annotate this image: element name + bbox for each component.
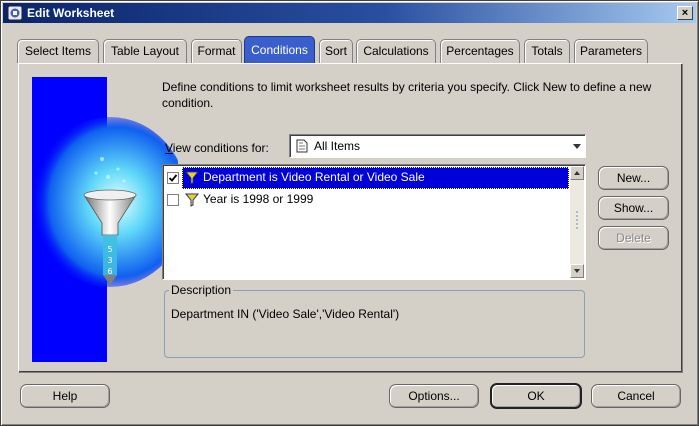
instruction-text: Define conditions to limit worksheet res… (162, 80, 652, 110)
scroll-up-button[interactable] (570, 166, 584, 180)
scroll-down-button[interactable] (570, 264, 584, 278)
tab-conditions[interactable]: Conditions (244, 36, 315, 64)
delete-condition-button[interactable]: Delete (598, 226, 669, 250)
edit-worksheet-dialog: Edit Worksheet × Select Items Table Layo… (0, 0, 699, 426)
help-button[interactable]: Help (20, 384, 110, 408)
funnel-digit: 5 (107, 245, 112, 254)
view-conditions-label: View conditions for: (165, 141, 269, 155)
arrow-down-icon (574, 269, 580, 273)
condition-row[interactable]: Department is Video Rental or Video Sale (165, 167, 569, 189)
description-group: Description Department IN ('Video Sale',… (164, 283, 585, 358)
title-bar: Edit Worksheet × (3, 3, 696, 23)
condition-row[interactable]: Year is 1998 or 1999 (165, 189, 569, 211)
tab-totals[interactable]: Totals (524, 39, 570, 63)
new-condition-button[interactable]: New... (598, 166, 669, 190)
options-button[interactable]: Options... (389, 384, 479, 408)
conditions-panel: 5 3 6 Define conditions to limit workshe… (18, 63, 683, 373)
chevron-down-icon[interactable] (573, 144, 581, 149)
funnel-illustration: 5 3 6 (32, 77, 178, 362)
tab-sort[interactable]: Sort (319, 39, 353, 63)
condition-label: Department is Video Rental or Video Sale (203, 170, 425, 184)
condition-checkbox[interactable] (167, 172, 179, 184)
description-text: Department IN ('Video Sale','Video Renta… (171, 307, 400, 321)
view-label-mnemonic: V (165, 141, 173, 155)
ok-button[interactable]: OK (490, 383, 582, 409)
scroll-grip-icon[interactable] (574, 210, 580, 232)
description-legend: Description (169, 283, 234, 297)
checkmark-icon (168, 174, 178, 182)
cancel-button[interactable]: Cancel (591, 384, 681, 408)
view-conditions-dropdown[interactable]: All Items (289, 134, 586, 158)
tab-calculations[interactable]: Calculations (356, 39, 436, 63)
conditions-list[interactable]: Department is Video Rental or Video Sale… (162, 164, 586, 280)
close-button[interactable]: × (677, 6, 693, 20)
filter-funnel-icon (185, 193, 199, 207)
arrow-up-icon (574, 171, 580, 175)
window-title: Edit Worksheet (27, 6, 115, 20)
show-condition-button[interactable]: Show... (598, 196, 669, 220)
filter-funnel-icon (185, 171, 199, 185)
tab-format[interactable]: Format (191, 39, 242, 63)
view-label-text: iew conditions for: (172, 141, 269, 155)
tab-parameters[interactable]: Parameters (574, 39, 648, 63)
close-icon: × (681, 6, 689, 19)
funnel-digit: 3 (107, 256, 112, 265)
discoverer-app-icon (7, 5, 23, 21)
dropdown-selected-value: All Items (314, 139, 361, 153)
tab-strip: Select Items Table Layout Format Conditi… (17, 36, 677, 64)
worksheet-doc-icon (296, 139, 308, 153)
tab-table-layout[interactable]: Table Layout (103, 39, 187, 63)
funnel-digit: 6 (107, 267, 112, 276)
condition-label: Year is 1998 or 1999 (203, 192, 314, 206)
condition-checkbox[interactable] (167, 194, 179, 206)
vertical-scrollbar[interactable] (570, 166, 584, 278)
tab-percentages[interactable]: Percentages (440, 39, 520, 63)
tab-select-items[interactable]: Select Items (17, 39, 99, 63)
